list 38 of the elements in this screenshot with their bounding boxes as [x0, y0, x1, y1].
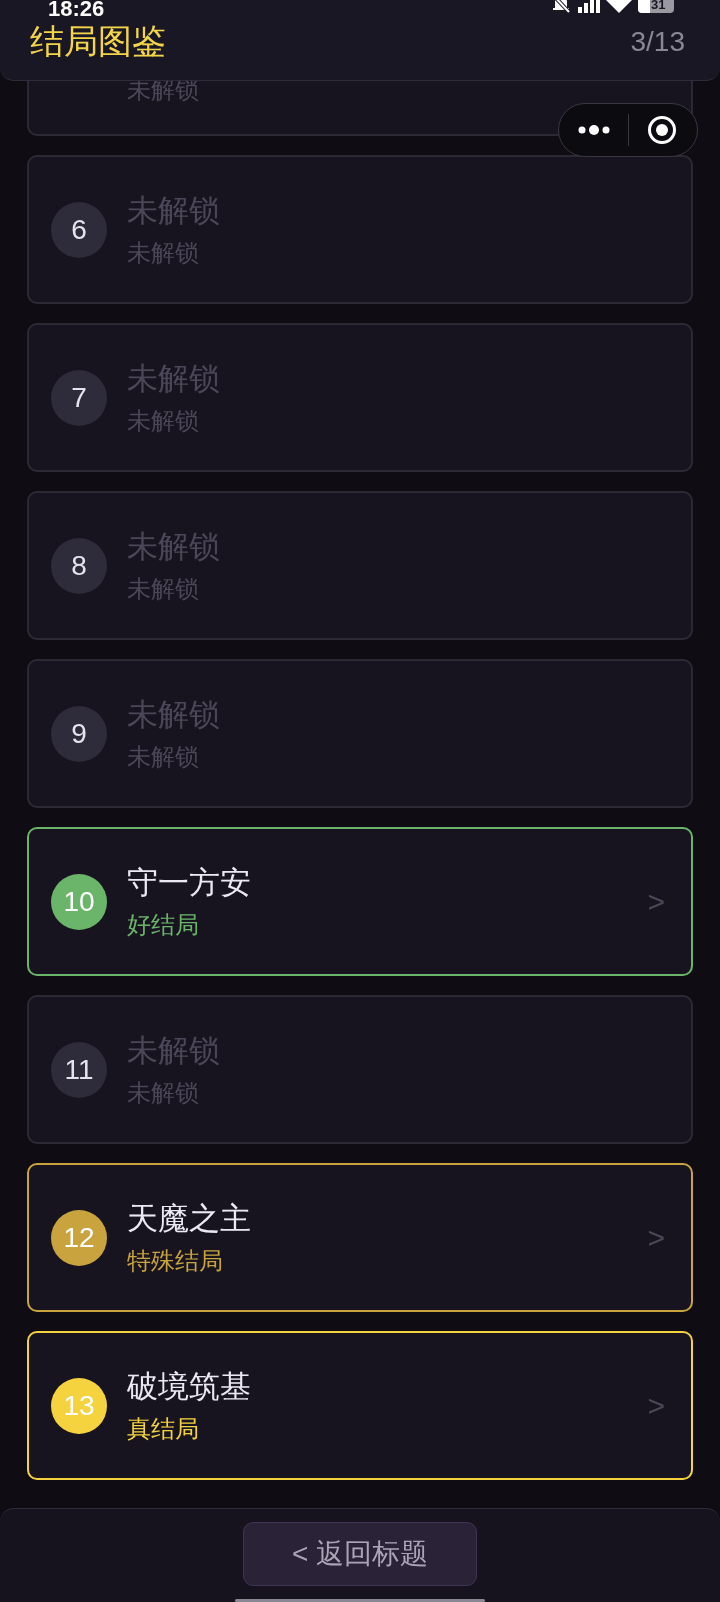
progress-count: 3/13	[630, 25, 685, 59]
chevron-icon: >	[647, 1383, 665, 1428]
ending-title: 未解锁	[127, 359, 221, 398]
page-title: 结局图鉴	[30, 21, 166, 62]
ending-title: 天魔之主	[127, 1199, 252, 1238]
ending-type: 好结局	[127, 909, 200, 940]
ending-card[interactable]: 12 天魔之主 特殊结局 >	[27, 1163, 693, 1312]
number-badge: 13	[51, 1377, 107, 1434]
ending-title: 未解锁	[127, 191, 221, 230]
number-badge: 9	[51, 705, 107, 762]
signal-icon	[578, 0, 600, 13]
number-badge: 6	[51, 201, 107, 258]
ending-type: 未解锁	[127, 237, 200, 268]
ending-card[interactable]: 13 破境筑基 真结局 >	[27, 1331, 693, 1480]
number-badge: 8	[51, 537, 107, 594]
ending-title: 未解锁	[127, 695, 221, 734]
back-button[interactable]: < 返回标题	[243, 1522, 477, 1586]
chevron-icon: >	[647, 1215, 665, 1260]
ending-title: 未解锁	[127, 1031, 221, 1070]
ending-type: 特殊结局	[127, 1245, 224, 1276]
ending-title: 守一方安	[127, 863, 252, 902]
ending-type: 未解锁	[127, 405, 200, 436]
close-icon[interactable]	[647, 115, 677, 145]
number-badge: 11	[51, 1041, 107, 1098]
chevron-icon: >	[647, 879, 665, 924]
ending-type: 真结局	[127, 1413, 200, 1444]
ending-title: 未解锁	[127, 527, 221, 566]
number-badge: 7	[51, 369, 107, 426]
ending-type: 未解锁	[127, 741, 200, 772]
number-badge: 10	[51, 873, 107, 930]
battery-icon: 31	[638, 0, 674, 13]
ending-type: 未解锁	[127, 573, 200, 604]
ending-type: 未解锁	[127, 1077, 200, 1108]
status-time: 18:26	[48, 0, 105, 23]
ending-title: 破境筑基	[127, 1367, 252, 1406]
number-badge: 12	[51, 1209, 107, 1266]
ending-card[interactable]: 10 守一方安 好结局 >	[27, 827, 693, 976]
more-icon[interactable]	[578, 124, 610, 136]
